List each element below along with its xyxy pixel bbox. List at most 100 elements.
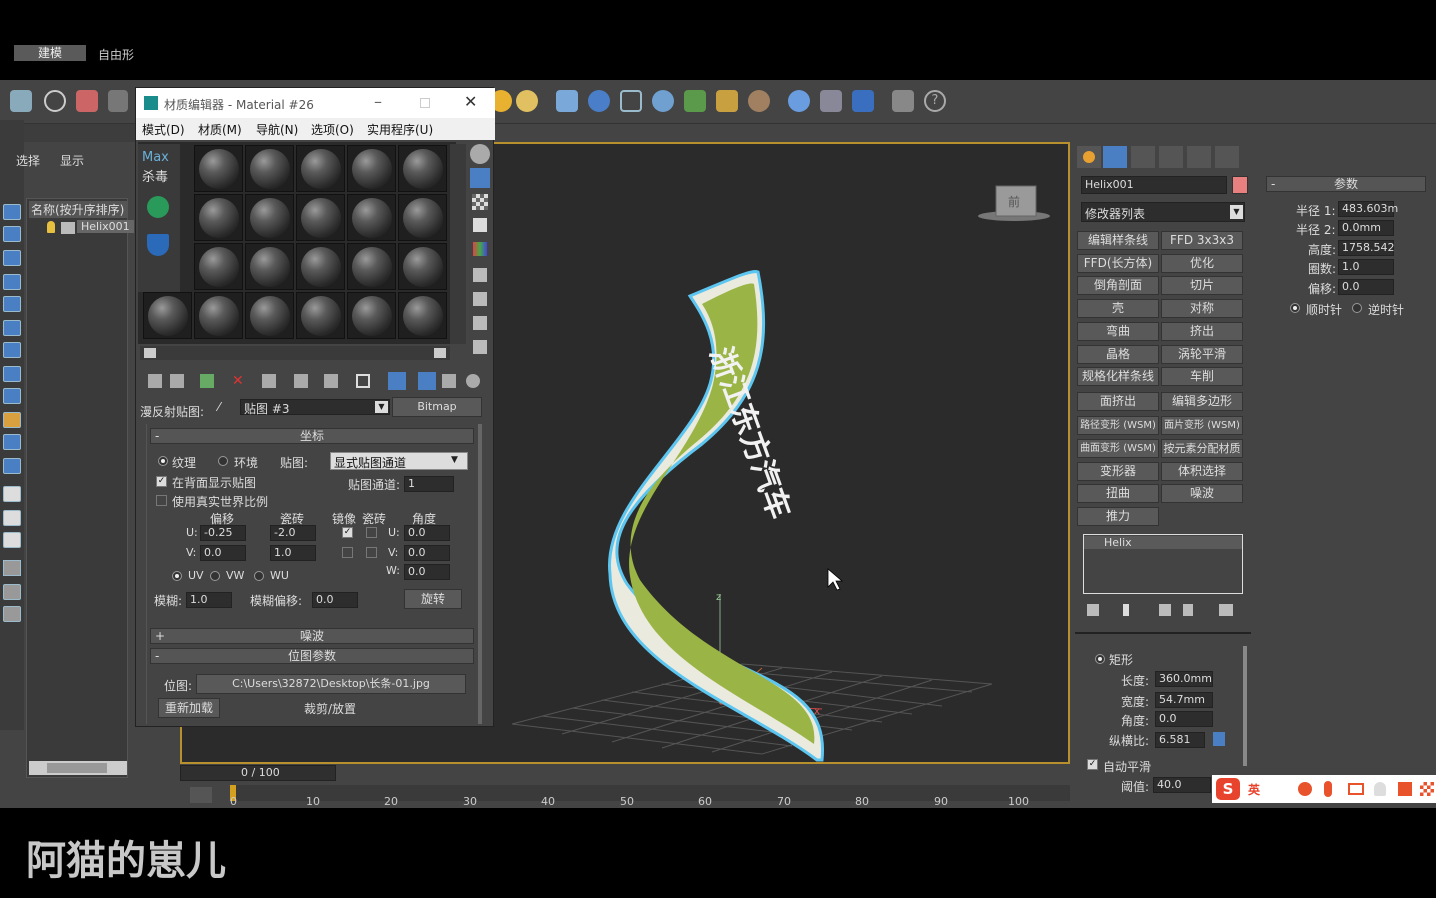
bias-field[interactable]: 0.0 bbox=[1338, 279, 1394, 295]
xref-icon[interactable] bbox=[3, 412, 21, 428]
sample-slot[interactable] bbox=[245, 292, 294, 339]
map-channel-field[interactable]: 1 bbox=[404, 476, 454, 492]
sample-slot[interactable] bbox=[398, 243, 447, 290]
sample-slot[interactable] bbox=[143, 292, 192, 339]
aspect-field[interactable]: 6.581 bbox=[1155, 732, 1205, 748]
modifier-button[interactable]: 曲面变形 (WSM) bbox=[1077, 439, 1159, 458]
height-field[interactable]: 1758.542 bbox=[1338, 240, 1395, 256]
create-tab-icon[interactable] bbox=[1077, 146, 1101, 168]
modifier-button[interactable]: 扭曲 bbox=[1077, 484, 1159, 503]
object-name-field[interactable]: Helix001 bbox=[1081, 176, 1227, 194]
v-angle-field[interactable]: 0.0 bbox=[404, 545, 450, 561]
scroll-left-icon[interactable] bbox=[144, 348, 156, 358]
ccw-radio[interactable] bbox=[1352, 303, 1362, 313]
u-tile-checkbox[interactable] bbox=[366, 527, 377, 538]
get-material-icon[interactable] bbox=[148, 374, 162, 388]
modifier-button[interactable]: 规格化样条线 bbox=[1077, 367, 1159, 386]
chevron-down-icon[interactable]: ▼ bbox=[375, 401, 388, 413]
w-angle-field[interactable]: 0.0 bbox=[404, 564, 450, 580]
menu-mode[interactable]: 模式(D) bbox=[142, 121, 185, 138]
go-to-parent-icon[interactable] bbox=[442, 374, 456, 388]
track-bar-icon[interactable] bbox=[190, 787, 212, 803]
ime-language-toggle[interactable]: 英 bbox=[1248, 781, 1260, 798]
modifier-button[interactable]: FFD(长方体) bbox=[1077, 254, 1159, 273]
uv-radio[interactable] bbox=[172, 571, 182, 581]
u-offset-field[interactable]: -0.25 bbox=[200, 525, 246, 541]
eyedropper-icon[interactable]: ⁄ bbox=[218, 400, 232, 414]
hierarchy-icon[interactable] bbox=[3, 584, 21, 600]
microphone-icon[interactable] bbox=[1324, 781, 1332, 797]
width-field[interactable]: 54.7mm bbox=[1155, 692, 1213, 708]
sample-slot[interactable] bbox=[347, 145, 396, 192]
map-name-field[interactable]: 贴图 #3 ▼ bbox=[240, 399, 390, 416]
make-preview-icon[interactable] bbox=[473, 268, 487, 282]
go-forward-icon[interactable] bbox=[466, 374, 480, 388]
turns-field[interactable]: 1.0 bbox=[1338, 259, 1394, 275]
filter-icon[interactable] bbox=[3, 560, 21, 576]
sogou-logo-icon[interactable]: S bbox=[1216, 778, 1240, 800]
v-mirror-checkbox[interactable] bbox=[342, 547, 353, 558]
blur-offset-field[interactable]: 0.0 bbox=[312, 592, 358, 608]
render-setup-icon[interactable] bbox=[820, 90, 842, 112]
sample-slot[interactable] bbox=[296, 243, 345, 290]
maximize-button[interactable] bbox=[420, 98, 430, 108]
shape-icon[interactable] bbox=[3, 434, 21, 450]
teapot-icon[interactable] bbox=[10, 90, 32, 112]
sample-slot[interactable] bbox=[245, 243, 294, 290]
layer-manager-icon[interactable] bbox=[3, 606, 21, 622]
sphere-light-icon[interactable] bbox=[516, 90, 538, 112]
uv-tiling-icon[interactable] bbox=[473, 218, 487, 232]
system-icon[interactable] bbox=[3, 320, 21, 336]
emoji-icon[interactable] bbox=[1298, 782, 1312, 796]
mapping-dropdown[interactable]: 显式贴图通道 ▼ bbox=[330, 452, 468, 470]
v-tile-checkbox[interactable] bbox=[366, 547, 377, 558]
hierarchy-tab-icon[interactable] bbox=[1131, 146, 1155, 168]
sample-slot[interactable] bbox=[347, 194, 396, 241]
show-back-checkbox[interactable]: ✓ bbox=[156, 476, 167, 487]
modifier-button[interactable]: 优化 bbox=[1161, 254, 1243, 273]
minimize-button[interactable]: – bbox=[374, 92, 382, 111]
copy-material-icon[interactable] bbox=[262, 374, 276, 388]
u-tiling-field[interactable]: -2.0 bbox=[270, 525, 316, 541]
reload-button[interactable]: 重新加载 bbox=[158, 698, 220, 718]
list-icon[interactable] bbox=[3, 532, 21, 548]
reset-map-icon[interactable]: ✕ bbox=[232, 374, 246, 388]
material-sphere-icon[interactable] bbox=[788, 90, 810, 112]
bulb-icon[interactable] bbox=[47, 221, 55, 233]
sort-header[interactable]: 名称(按升序排序) bbox=[29, 201, 127, 218]
bitmap-path-button[interactable]: C:\Users\32872\Desktop\长条-01.jpg bbox=[196, 674, 466, 694]
blur-field[interactable]: 1.0 bbox=[186, 592, 232, 608]
modifier-button[interactable]: 变形器 bbox=[1077, 462, 1159, 481]
modifier-button[interactable]: 涡轮平滑 bbox=[1161, 345, 1243, 364]
hair-icon[interactable] bbox=[716, 90, 738, 112]
group-icon[interactable] bbox=[3, 342, 21, 358]
modifier-button[interactable]: 对称 bbox=[1161, 299, 1243, 318]
particles-icon[interactable] bbox=[588, 90, 610, 112]
user-icon[interactable] bbox=[1374, 782, 1386, 796]
show-end-result-icon[interactable] bbox=[1123, 604, 1129, 616]
angle-field[interactable]: 0.0 bbox=[1155, 711, 1213, 727]
scroll-right-icon[interactable] bbox=[434, 348, 446, 358]
assign-material-icon[interactable] bbox=[200, 374, 214, 388]
sample-slot[interactable] bbox=[194, 194, 243, 241]
coordinates-rollout-header[interactable]: - 坐标 bbox=[150, 428, 474, 444]
modifier-button[interactable]: 面挤出 bbox=[1077, 392, 1159, 411]
pin-stack-icon[interactable] bbox=[1087, 604, 1099, 616]
threshold-field[interactable]: 40.0 bbox=[1153, 777, 1211, 793]
page-icon[interactable] bbox=[3, 510, 21, 526]
modifier-button[interactable]: 体积选择 bbox=[1161, 462, 1243, 481]
wu-radio[interactable] bbox=[254, 571, 264, 581]
grid-icon[interactable] bbox=[556, 90, 578, 112]
sample-slot[interactable] bbox=[347, 243, 396, 290]
menu-utilities[interactable]: 实用程序(U) bbox=[367, 121, 433, 138]
object-color-swatch[interactable] bbox=[1232, 176, 1248, 194]
u-angle-field[interactable]: 0.0 bbox=[404, 525, 450, 541]
camera-icon[interactable] bbox=[3, 250, 21, 266]
sample-slot[interactable] bbox=[194, 243, 243, 290]
noise-rollout-header[interactable]: + 噪波 bbox=[150, 628, 474, 644]
parameters-rollout-header[interactable]: - 参数 bbox=[1266, 176, 1426, 192]
show-map-icon[interactable] bbox=[388, 372, 406, 390]
gear-icon[interactable] bbox=[652, 90, 674, 112]
shield-icon[interactable] bbox=[147, 234, 169, 256]
sample-slot[interactable] bbox=[194, 145, 243, 192]
